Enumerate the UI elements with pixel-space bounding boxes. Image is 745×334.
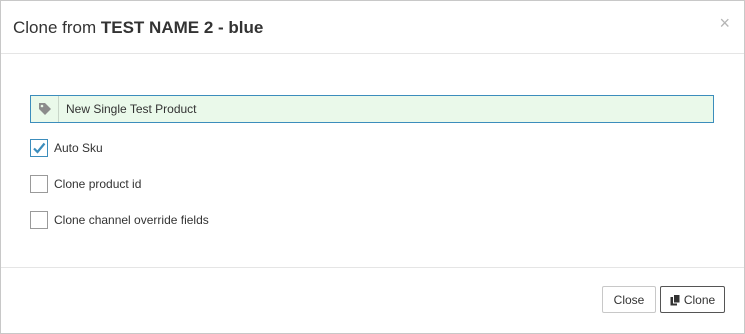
checkmark-icon [33,142,46,154]
auto-sku-checkbox[interactable] [30,139,48,157]
modal-body: Auto Sku Clone product id Clone channel … [1,54,744,266]
close-icon[interactable]: × [719,14,730,32]
tag-icon [31,96,59,122]
modal-header: Clone from TEST NAME 2 - blue × [1,1,744,54]
auto-sku-row[interactable]: Auto Sku [30,139,103,157]
auto-sku-label: Auto Sku [54,141,103,155]
clone-channel-override-label: Clone channel override fields [54,213,209,227]
clone-product-id-label: Clone product id [54,177,142,191]
copy-icon [670,293,681,305]
clone-button-label: Clone [683,292,716,307]
modal-footer: Close Clone [1,267,744,334]
clone-product-id-checkbox[interactable] [30,175,48,193]
modal-title-product-name: TEST NAME 2 - blue [100,18,264,37]
clone-modal: Clone from TEST NAME 2 - blue × Auto Sku [0,0,745,334]
modal-title-prefix: Clone from [13,18,97,37]
clone-channel-override-checkbox[interactable] [30,211,48,229]
product-name-input[interactable] [59,96,716,122]
clone-channel-override-row[interactable]: Clone channel override fields [30,211,209,229]
clone-product-id-row[interactable]: Clone product id [30,175,141,193]
clone-button[interactable]: Clone [660,286,725,313]
modal-title: Clone from TEST NAME 2 - blue [13,18,263,38]
close-button[interactable]: Close [602,286,656,313]
name-input-group [30,95,716,123]
